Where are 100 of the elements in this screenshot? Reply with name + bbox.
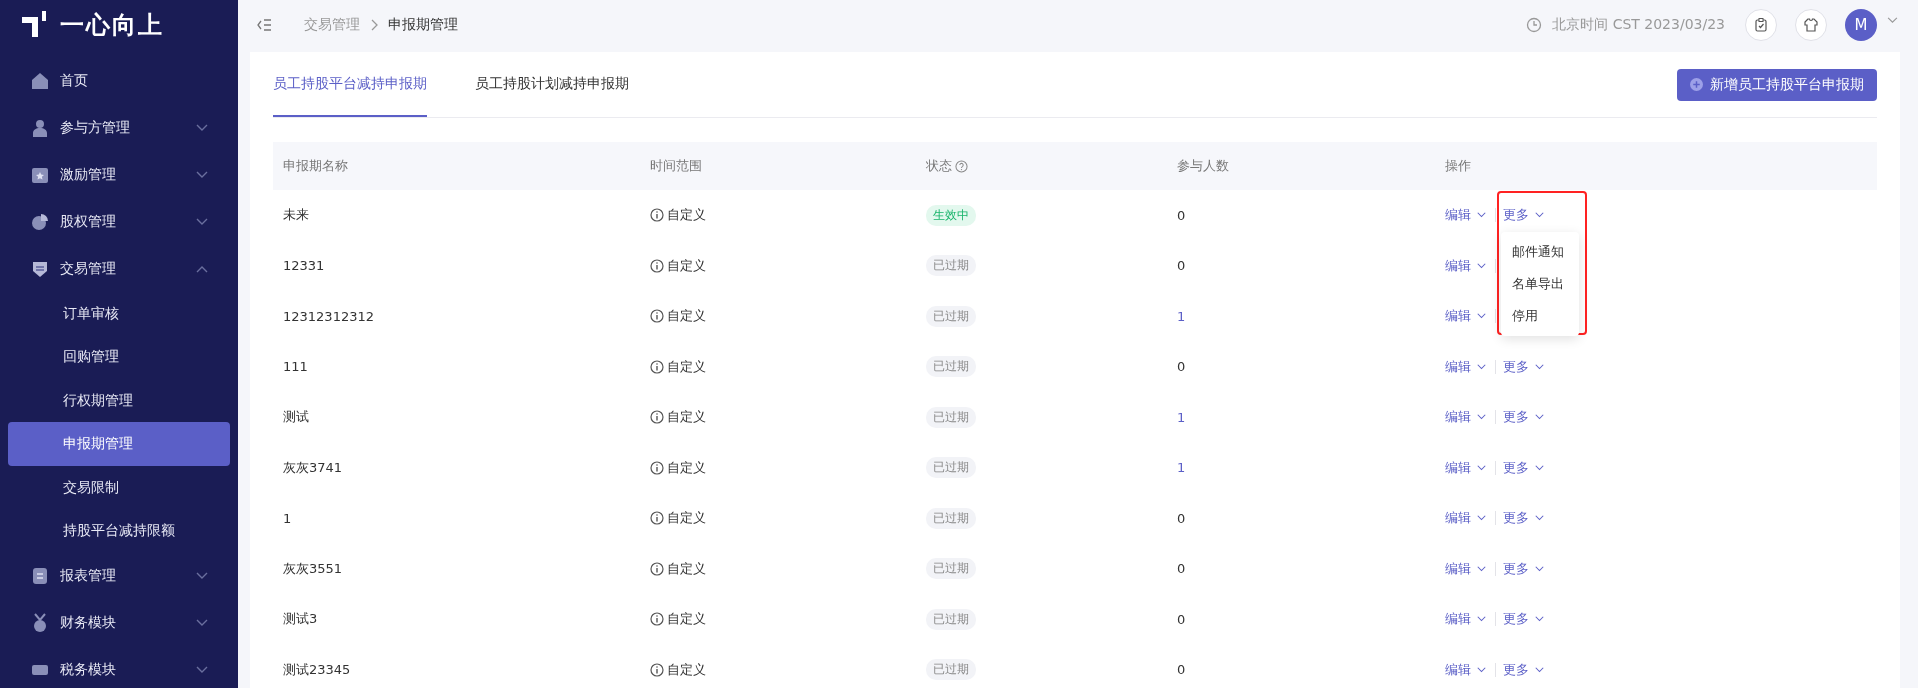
edit-dropdown[interactable]: 编辑 bbox=[1445, 408, 1486, 427]
status-tag: 已过期 bbox=[926, 457, 976, 479]
table-cell: 灰灰3551 bbox=[283, 559, 343, 578]
tab[interactable]: 员工持股平台减持申报期 bbox=[273, 52, 427, 117]
more-dropdown[interactable]: 更多 bbox=[1503, 458, 1544, 477]
table-cell: 0 bbox=[1177, 662, 1186, 678]
count-link[interactable]: 1 bbox=[1177, 409, 1186, 425]
chevron-down-icon bbox=[1477, 363, 1486, 370]
more-dropdown[interactable]: 更多 bbox=[1503, 509, 1544, 528]
chevron-down-icon bbox=[1477, 616, 1486, 623]
table-cell: 12331 bbox=[283, 258, 325, 274]
chevron-down-icon bbox=[1477, 565, 1486, 572]
sidebar-item[interactable]: 首页 bbox=[8, 58, 230, 105]
more-dropdown[interactable]: 更多 bbox=[1503, 660, 1544, 679]
chevron-down-icon bbox=[1535, 565, 1544, 572]
edit-dropdown[interactable]: 编辑 bbox=[1445, 559, 1486, 578]
sidebar-item[interactable]: 报表管理 bbox=[8, 553, 230, 600]
edit-dropdown[interactable]: 编辑 bbox=[1445, 458, 1486, 477]
chevron-down-icon bbox=[1477, 464, 1486, 471]
table-cell: 自定义 bbox=[667, 206, 706, 225]
chevron-icon bbox=[196, 572, 208, 581]
table-cell: 自定义 bbox=[667, 660, 706, 679]
chevron-down-icon bbox=[1535, 212, 1544, 219]
count-link[interactable]: 1 bbox=[1177, 460, 1186, 476]
menu-collapse-icon[interactable] bbox=[256, 18, 272, 32]
status-tag: 已过期 bbox=[926, 558, 976, 580]
shirt-button[interactable] bbox=[1795, 9, 1827, 41]
more-dropdown[interactable]: 更多 bbox=[1503, 357, 1544, 376]
sidebar-item[interactable]: 参与方管理 bbox=[8, 104, 230, 152]
status-tag: 已过期 bbox=[926, 305, 976, 327]
sidebar-item[interactable]: 税务模块 bbox=[8, 646, 230, 688]
info-icon bbox=[650, 561, 664, 576]
person-icon bbox=[30, 118, 50, 139]
edit-dropdown[interactable]: 编辑 bbox=[1445, 206, 1486, 225]
column-header: 参与人数 bbox=[1176, 157, 1230, 175]
edit-dropdown[interactable]: 编辑 bbox=[1445, 357, 1486, 376]
chevron-down-icon bbox=[1535, 616, 1544, 623]
sidebar-subitem[interactable]: 持股平台减持限额 bbox=[8, 509, 230, 553]
table-cell: 未来 bbox=[283, 206, 309, 225]
edit-dropdown[interactable]: 编辑 bbox=[1445, 256, 1486, 275]
breadcrumb-current: 申报期管理 bbox=[388, 16, 458, 34]
chevron-icon bbox=[196, 619, 208, 628]
chevron-down-icon bbox=[1535, 464, 1544, 471]
table-cell: 自定义 bbox=[667, 509, 706, 528]
more-dropdown[interactable]: 更多 bbox=[1503, 408, 1544, 427]
add-button[interactable]: 新增员工持股平台申报期 bbox=[1677, 68, 1877, 101]
sidebar-subitem[interactable]: 交易限制 bbox=[8, 466, 230, 510]
clipboard-button[interactable] bbox=[1745, 9, 1777, 41]
sidebar-item[interactable]: 激励管理 bbox=[8, 151, 230, 199]
sidebar-subitem[interactable]: 申报期管理 bbox=[8, 422, 230, 466]
edit-dropdown[interactable]: 编辑 bbox=[1445, 307, 1486, 326]
info-icon bbox=[650, 359, 664, 374]
chevron-icon bbox=[196, 217, 208, 226]
sidebar-item[interactable]: 交易管理 bbox=[8, 245, 230, 292]
table-cell: 自定义 bbox=[667, 458, 706, 477]
logo-text: 一心向上 bbox=[60, 10, 164, 41]
server-time: 北京时间 CST 2023/03/23 bbox=[1552, 16, 1725, 34]
count-link[interactable]: 1 bbox=[1177, 308, 1186, 324]
chevron-down-icon bbox=[1535, 666, 1544, 673]
chevron-icon bbox=[196, 171, 208, 179]
table-cell: 测试3 bbox=[283, 610, 318, 629]
document-icon bbox=[30, 566, 50, 587]
user-avatar[interactable]: M bbox=[1845, 9, 1877, 41]
help-icon bbox=[955, 159, 968, 173]
more-dropdown[interactable]: 更多 bbox=[1503, 206, 1544, 225]
tab[interactable]: 员工持股计划减持申报期 bbox=[475, 52, 629, 117]
sidebar-subitem[interactable]: 订单审核 bbox=[8, 292, 230, 336]
sidebar-subitem[interactable]: 回购管理 bbox=[8, 335, 230, 379]
pie-icon bbox=[30, 211, 50, 232]
edit-dropdown[interactable]: 编辑 bbox=[1445, 660, 1486, 679]
chevron-down-icon bbox=[1535, 515, 1544, 522]
more-dropdown[interactable]: 更多 bbox=[1503, 610, 1544, 629]
sidebar-item[interactable]: 财务模块 bbox=[8, 599, 230, 647]
sidebar-item[interactable]: 股权管理 bbox=[8, 198, 230, 246]
edit-dropdown[interactable]: 编辑 bbox=[1445, 509, 1486, 528]
chevron-down-icon[interactable] bbox=[1887, 16, 1898, 24]
info-icon bbox=[650, 258, 664, 273]
info-icon bbox=[650, 662, 664, 677]
status-tag: 已过期 bbox=[926, 507, 976, 529]
edit-dropdown[interactable]: 编辑 bbox=[1445, 610, 1486, 629]
more-dropdown[interactable]: 更多 bbox=[1503, 559, 1544, 578]
table-cell: 0 bbox=[1177, 359, 1186, 375]
menu-item[interactable]: 名单导出 bbox=[1501, 268, 1579, 301]
table-cell: 自定义 bbox=[667, 610, 706, 629]
info-icon bbox=[650, 612, 664, 627]
status-tag: 已过期 bbox=[926, 255, 976, 277]
table-cell: 111 bbox=[283, 359, 308, 375]
table-cell: 1 bbox=[283, 510, 292, 526]
table-cell: 自定义 bbox=[667, 559, 706, 578]
status-tag: 已过期 bbox=[926, 406, 976, 428]
chevron-down-icon bbox=[1477, 515, 1486, 522]
table-cell: 灰灰3741 bbox=[283, 458, 343, 477]
table-cell: 自定义 bbox=[667, 408, 706, 427]
info-icon bbox=[650, 410, 664, 425]
menu-item[interactable]: 停用 bbox=[1501, 300, 1579, 333]
sidebar-subitem[interactable]: 行权期管理 bbox=[8, 379, 230, 423]
table-cell: 0 bbox=[1177, 207, 1186, 223]
house-icon bbox=[30, 71, 50, 92]
status-tag: 生效中 bbox=[926, 204, 976, 226]
menu-item[interactable]: 邮件通知 bbox=[1501, 236, 1579, 269]
